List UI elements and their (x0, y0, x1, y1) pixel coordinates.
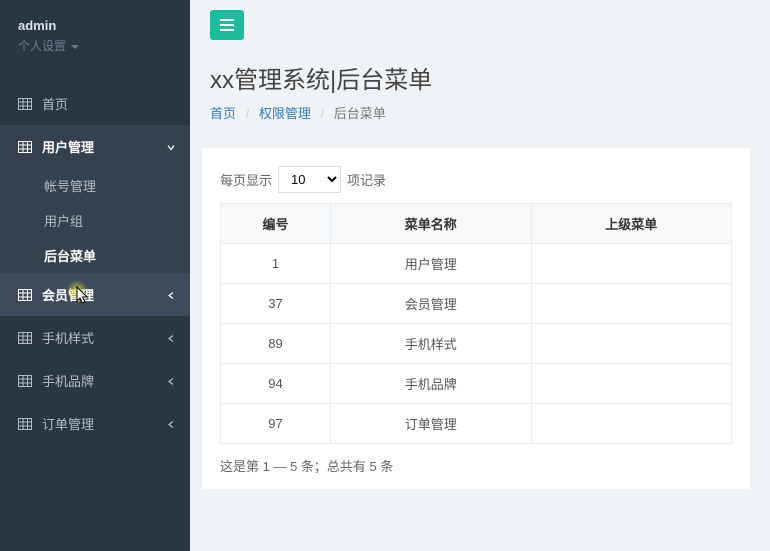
hamburger-toggle-button[interactable] (210, 10, 244, 40)
cell-id: 94 (221, 364, 331, 404)
sidebar-label: 订单管理 (42, 414, 94, 433)
cell-parent (531, 364, 732, 404)
cell-name: 手机品牌 (331, 364, 532, 404)
page-title: xx管理系统|后台菜单 (210, 60, 750, 95)
sidebar-label: 手机品牌 (42, 371, 94, 390)
sidebar-item-home[interactable]: 首页 (0, 82, 190, 125)
sidebar-label: 用户管理 (42, 137, 94, 156)
user-settings-label: 个人设置 (18, 39, 66, 53)
caret-down-icon (71, 45, 79, 49)
length-suffix: 项记录 (347, 170, 386, 189)
sidebar-item-phone-style[interactable]: 手机样式 (0, 316, 190, 359)
data-table: 编号 菜单名称 上级菜单 1 用户管理 37 会员管理 89 (220, 203, 732, 444)
cell-parent (531, 244, 732, 284)
cell-name: 订单管理 (331, 404, 532, 444)
chevron-left-icon (167, 287, 175, 302)
sidebar-subitem-usergroup[interactable]: 用户组 (0, 203, 190, 238)
cell-id: 89 (221, 324, 331, 364)
chevron-down-icon (167, 139, 175, 154)
cell-id: 37 (221, 284, 331, 324)
sidebar-item-member-mgmt[interactable]: 会员管理 (0, 273, 190, 316)
user-settings-dropdown[interactable]: 个人设置 (18, 37, 172, 54)
cell-parent (531, 404, 732, 444)
sidebar-label: 会员管理 (42, 285, 94, 304)
breadcrumb-parent[interactable]: 权限管理 (259, 106, 311, 121)
chevron-left-icon (167, 416, 175, 431)
page-header: xx管理系统|后台菜单 首页 / 权限管理 / 后台菜单 (190, 50, 770, 134)
hamburger-icon (219, 18, 235, 32)
grid-icon (18, 375, 32, 387)
grid-icon (18, 418, 32, 430)
sidebar-submenu-user: 帐号管理 用户组 后台菜单 (0, 168, 190, 273)
table-row[interactable]: 94 手机品牌 (221, 364, 732, 404)
chevron-left-icon (167, 330, 175, 345)
data-panel: 每页显示 10 项记录 编号 菜单名称 上级菜单 1 用户管理 (202, 148, 750, 489)
sidebar-label: 手机样式 (42, 328, 94, 347)
sidebar-item-order-mgmt[interactable]: 订单管理 (0, 402, 190, 445)
user-name: admin (18, 18, 172, 33)
breadcrumb-current: 后台菜单 (334, 106, 386, 121)
table-header-name[interactable]: 菜单名称 (331, 204, 532, 244)
topbar (190, 0, 770, 50)
sidebar-nav: 首页 用户管理 帐号管理 用户组 后台菜单 会员管理 (0, 82, 190, 445)
page-length-select[interactable]: 10 (278, 166, 341, 193)
cell-name: 会员管理 (331, 284, 532, 324)
grid-icon (18, 332, 32, 344)
length-prefix: 每页显示 (220, 170, 272, 189)
cell-id: 1 (221, 244, 331, 284)
page-length-row: 每页显示 10 项记录 (220, 166, 732, 193)
grid-icon (18, 141, 32, 153)
table-header-row: 编号 菜单名称 上级菜单 (221, 204, 732, 244)
table-row[interactable]: 37 会员管理 (221, 284, 732, 324)
breadcrumb-sep: / (240, 106, 256, 121)
cell-name: 用户管理 (331, 244, 532, 284)
breadcrumb-home[interactable]: 首页 (210, 106, 236, 121)
cell-id: 97 (221, 404, 331, 444)
table-header-parent[interactable]: 上级菜单 (531, 204, 732, 244)
cell-parent (531, 284, 732, 324)
main-content: xx管理系统|后台菜单 首页 / 权限管理 / 后台菜单 每页显示 10 项记录… (190, 0, 770, 551)
chevron-left-icon (167, 373, 175, 388)
cell-parent (531, 324, 732, 364)
table-row[interactable]: 89 手机样式 (221, 324, 732, 364)
sidebar-subitem-backend-menu[interactable]: 后台菜单 (0, 238, 190, 273)
sidebar-label: 首页 (42, 94, 68, 113)
sidebar: admin 个人设置 首页 用户管理 帐号管理 用户组 后台菜单 (0, 0, 190, 551)
table-header-id[interactable]: 编号 (221, 204, 331, 244)
table-info: 这是第 1 — 5 条；总共有 5 条 (220, 456, 732, 475)
breadcrumb-sep: / (315, 106, 331, 121)
user-block: admin 个人设置 (0, 0, 190, 64)
breadcrumb: 首页 / 权限管理 / 后台菜单 (210, 103, 750, 122)
cell-name: 手机样式 (331, 324, 532, 364)
sidebar-subitem-account[interactable]: 帐号管理 (0, 168, 190, 203)
grid-icon (18, 98, 32, 110)
grid-icon (18, 289, 32, 301)
sidebar-item-phone-brand[interactable]: 手机品牌 (0, 359, 190, 402)
table-row[interactable]: 1 用户管理 (221, 244, 732, 284)
table-row[interactable]: 97 订单管理 (221, 404, 732, 444)
sidebar-item-user-mgmt[interactable]: 用户管理 (0, 125, 190, 168)
